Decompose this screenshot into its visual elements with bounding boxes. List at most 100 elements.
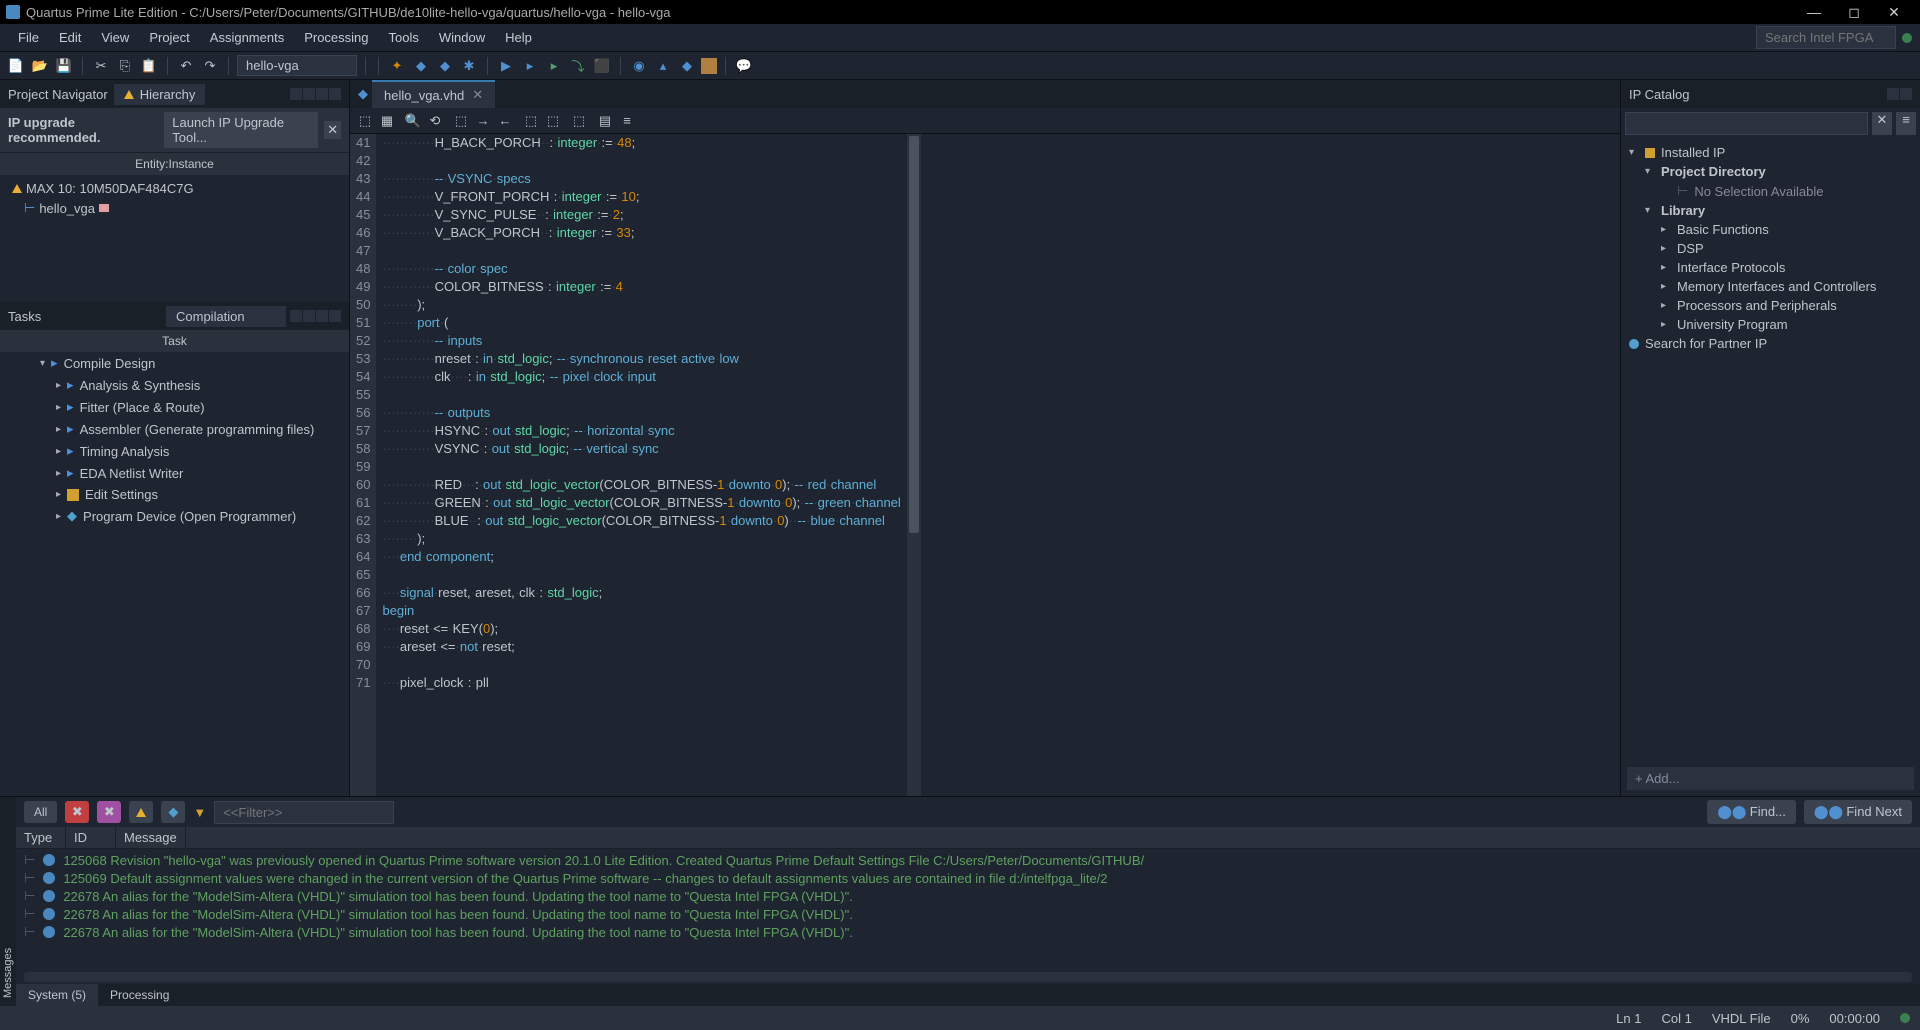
open-icon[interactable]: 📂 bbox=[30, 56, 50, 76]
timing-icon[interactable]: ✱ bbox=[459, 56, 479, 76]
menu-tools[interactable]: Tools bbox=[379, 26, 429, 49]
launch-upgrade-button[interactable]: Launch IP Upgrade Tool... bbox=[164, 112, 318, 148]
menu-view[interactable]: View bbox=[91, 26, 139, 49]
menu-project[interactable]: Project bbox=[139, 26, 199, 49]
redo-icon[interactable]: ↷ bbox=[200, 56, 220, 76]
ed-btn[interactable]: → bbox=[474, 112, 492, 130]
search-options-button[interactable]: ≡ bbox=[1896, 112, 1916, 135]
panel-btn[interactable] bbox=[303, 310, 315, 322]
ed-btn[interactable]: ⬚ bbox=[356, 112, 374, 130]
skip-icon[interactable]: ⤵ bbox=[568, 56, 588, 76]
tool2-icon[interactable]: ▴ bbox=[653, 56, 673, 76]
play-icon[interactable]: ▶ bbox=[496, 56, 516, 76]
filter-error-button[interactable]: ✖ bbox=[65, 801, 89, 823]
message-tab[interactable]: System (5) bbox=[16, 984, 98, 1006]
installed-ip-node[interactable]: ▾Installed IP bbox=[1629, 143, 1912, 162]
save-icon[interactable]: 💾 bbox=[54, 56, 74, 76]
ed-btn[interactable]: ⬚ bbox=[570, 112, 588, 130]
cut-icon[interactable]: ✂ bbox=[91, 56, 111, 76]
chat-icon[interactable]: 💬 bbox=[734, 56, 754, 76]
add-ip-button[interactable]: + Add... bbox=[1627, 767, 1914, 790]
compilation-selector[interactable]: Compilation bbox=[166, 306, 286, 327]
ip-category[interactable]: ▸Memory Interfaces and Controllers bbox=[1629, 277, 1912, 296]
library-node[interactable]: ▾Library bbox=[1629, 201, 1912, 220]
menu-edit[interactable]: Edit bbox=[49, 26, 91, 49]
ip-search-input[interactable] bbox=[1625, 112, 1868, 135]
hierarchy-tab[interactable]: Hierarchy bbox=[114, 84, 206, 105]
analyze-icon[interactable]: ◆ bbox=[411, 56, 431, 76]
ip-category[interactable]: ▸Interface Protocols bbox=[1629, 258, 1912, 277]
task-item[interactable]: ▸◆Program Device (Open Programmer) bbox=[0, 505, 349, 527]
device-node[interactable]: MAX 10: 10M50DAF484C7G bbox=[8, 179, 341, 198]
panel-btn[interactable] bbox=[290, 88, 302, 100]
task-item[interactable]: ▸Edit Settings bbox=[0, 484, 349, 505]
minimize-button[interactable]: — bbox=[1794, 4, 1834, 20]
pause-icon[interactable]: ⬛ bbox=[592, 56, 612, 76]
ed-btn[interactable]: ≡ bbox=[618, 112, 636, 130]
ed-btn[interactable]: ▤ bbox=[596, 112, 614, 130]
menu-window[interactable]: Window bbox=[429, 26, 495, 49]
ip-category[interactable]: ▸University Program bbox=[1629, 315, 1912, 334]
message-row[interactable]: ⊢22678 An alias for the "ModelSim-Altera… bbox=[24, 923, 1912, 941]
panel-btn[interactable] bbox=[316, 310, 328, 322]
task-item[interactable]: ▸▸EDA Netlist Writer bbox=[0, 462, 349, 484]
close-tab-button[interactable]: ✕ bbox=[472, 87, 483, 103]
task-item[interactable]: ▾▸Compile Design bbox=[0, 352, 349, 374]
menu-file[interactable]: File bbox=[8, 26, 49, 49]
panel-btn[interactable] bbox=[1887, 88, 1899, 100]
panel-btn[interactable] bbox=[329, 310, 341, 322]
paste-icon[interactable]: 📋 bbox=[139, 56, 159, 76]
project-selector[interactable]: hello-vga bbox=[237, 55, 357, 76]
editor-tab[interactable]: hello_vga.vhd ✕ bbox=[372, 80, 495, 108]
vertical-scrollbar[interactable] bbox=[907, 134, 921, 796]
panel-btn[interactable] bbox=[1900, 88, 1912, 100]
stop-icon[interactable]: ▸ bbox=[520, 56, 540, 76]
filter-warning-button[interactable] bbox=[129, 801, 153, 823]
ed-btn[interactable]: 🔍 bbox=[404, 112, 422, 130]
find-button[interactable]: ⬤⬤ Find... bbox=[1707, 800, 1796, 824]
ip-category[interactable]: ▸Basic Functions bbox=[1629, 220, 1912, 239]
search-input[interactable] bbox=[1756, 26, 1896, 49]
filter-all-button[interactable]: All bbox=[24, 801, 57, 823]
task-item[interactable]: ▸▸Fitter (Place & Route) bbox=[0, 396, 349, 418]
compile-icon[interactable]: ✦ bbox=[387, 56, 407, 76]
partner-ip[interactable]: Search for Partner IP bbox=[1629, 334, 1912, 353]
tool4-icon[interactable] bbox=[701, 58, 717, 74]
dismiss-button[interactable]: ✕ bbox=[324, 121, 341, 139]
ed-btn[interactable]: ⬚ bbox=[452, 112, 470, 130]
fit-icon[interactable]: ◆ bbox=[435, 56, 455, 76]
message-row[interactable]: ⊢125068 Revision "hello-vga" was previou… bbox=[24, 851, 1912, 869]
ed-btn[interactable]: ⬚ bbox=[522, 112, 540, 130]
menu-processing[interactable]: Processing bbox=[294, 26, 378, 49]
entity-node[interactable]: ⊢hello_vga bbox=[8, 198, 341, 218]
project-dir-node[interactable]: ▾Project Directory bbox=[1629, 162, 1912, 181]
ed-btn[interactable]: ⟲ bbox=[426, 112, 444, 130]
find-next-button[interactable]: ⬤⬤ Find Next bbox=[1804, 800, 1912, 824]
new-icon[interactable]: 📄 bbox=[6, 56, 26, 76]
ed-btn[interactable]: ▦ bbox=[378, 112, 396, 130]
step-icon[interactable]: ▸ bbox=[544, 56, 564, 76]
ip-category[interactable]: ▸DSP bbox=[1629, 239, 1912, 258]
menu-assignments[interactable]: Assignments bbox=[200, 26, 294, 49]
flag-icon[interactable]: ▼ bbox=[193, 805, 206, 820]
horizontal-scrollbar[interactable] bbox=[24, 972, 1912, 982]
message-tab[interactable]: Processing bbox=[98, 984, 181, 1006]
message-row[interactable]: ⊢125069 Default assignment values were c… bbox=[24, 869, 1912, 887]
ed-btn[interactable]: ← bbox=[496, 112, 514, 130]
panel-btn[interactable] bbox=[290, 310, 302, 322]
panel-btn[interactable] bbox=[329, 88, 341, 100]
filter-info-button[interactable]: ◆ bbox=[161, 801, 185, 823]
undo-icon[interactable]: ↶ bbox=[176, 56, 196, 76]
menu-help[interactable]: Help bbox=[495, 26, 542, 49]
close-button[interactable]: ✕ bbox=[1874, 4, 1914, 21]
tool1-icon[interactable]: ◉ bbox=[629, 56, 649, 76]
message-row[interactable]: ⊢22678 An alias for the "ModelSim-Altera… bbox=[24, 887, 1912, 905]
copy-icon[interactable]: ⎘ bbox=[115, 56, 135, 76]
ip-category[interactable]: ▸Processors and Peripherals bbox=[1629, 296, 1912, 315]
messages-side-tab[interactable]: Messages bbox=[0, 797, 16, 1006]
panel-btn[interactable] bbox=[303, 88, 315, 100]
panel-btn[interactable] bbox=[316, 88, 328, 100]
message-filter-input[interactable] bbox=[214, 801, 394, 824]
task-item[interactable]: ▸▸Analysis & Synthesis bbox=[0, 374, 349, 396]
ed-btn[interactable]: ⬚ bbox=[544, 112, 562, 130]
